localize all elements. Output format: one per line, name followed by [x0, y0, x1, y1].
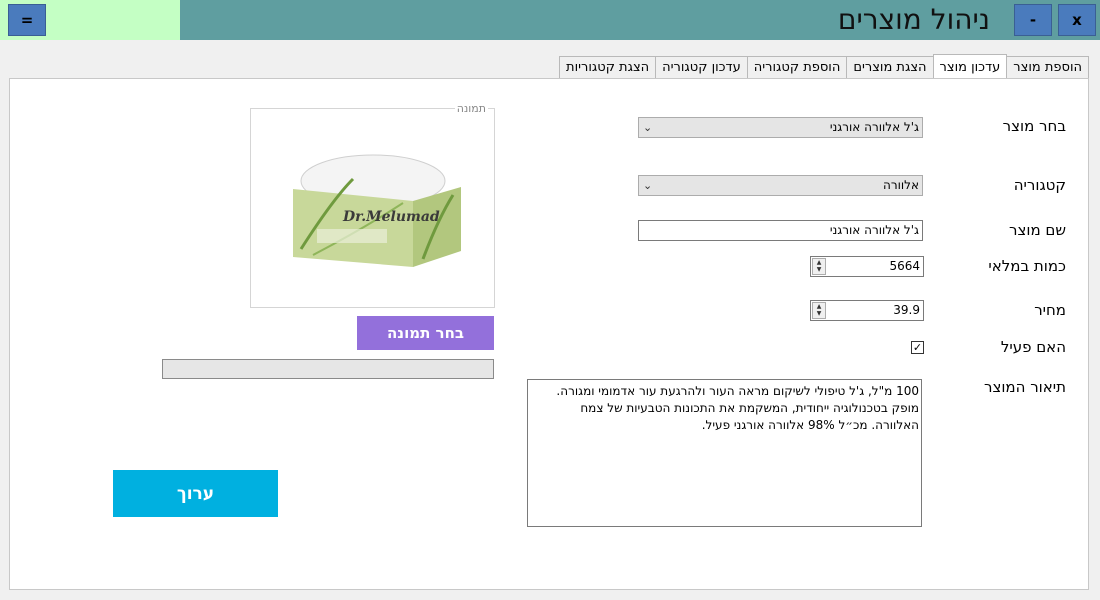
- tab-show-categories[interactable]: הצגת קטגוריות: [559, 56, 657, 79]
- stock-label: כמות במלאי: [988, 257, 1066, 275]
- category-value: אלוורה: [883, 178, 919, 192]
- upload-progress-bar: [162, 359, 494, 379]
- edit-button[interactable]: ערוך: [113, 470, 278, 517]
- minimize-button[interactable]: -: [1014, 4, 1052, 36]
- select-product-dropdown[interactable]: ג'ל אלוורה אורגני ⌄: [638, 117, 923, 138]
- select-product-value: ג'ל אלוורה אורגני: [829, 120, 919, 134]
- tab-show-products[interactable]: הצגת מוצרים: [846, 56, 934, 79]
- choose-image-button[interactable]: בחר תמונה: [357, 316, 494, 350]
- description-label: תיאור המוצר: [983, 378, 1066, 396]
- tab-update-category[interactable]: עדכון קטגוריה: [655, 56, 748, 79]
- active-label: האם פעיל: [1000, 338, 1066, 356]
- image-group-legend: תמונה: [454, 102, 488, 115]
- chevron-down-icon: ⌄: [643, 121, 653, 134]
- select-product-label: בחר מוצר: [1002, 117, 1066, 135]
- product-name-input[interactable]: ג'ל אלוורה אורגני: [638, 220, 923, 241]
- category-dropdown[interactable]: אלוורה ⌄: [638, 175, 923, 196]
- category-label: קטגוריה: [1013, 176, 1066, 194]
- update-product-panel: בחר מוצר ג'ל אלוורה אורגני ⌄ קטגוריה אלו…: [9, 78, 1089, 590]
- product-image: Dr.Melumad: [293, 154, 461, 267]
- product-brand-text: Dr.Melumad: [342, 209, 440, 225]
- price-stepper[interactable]: ▲ ▼ 39.9: [810, 300, 924, 321]
- window-title: ניהול מוצרים: [837, 3, 990, 36]
- close-button[interactable]: x: [1058, 4, 1096, 36]
- chevron-down-icon: ⌄: [643, 179, 653, 192]
- price-value: 39.9: [893, 303, 920, 317]
- tab-add-category[interactable]: הוספת קטגוריה: [746, 56, 848, 79]
- stepper-arrows-icon[interactable]: ▲ ▼: [812, 302, 826, 319]
- title-bar: = - x ניהול מוצרים: [0, 0, 1100, 40]
- stock-value: 5664: [889, 259, 920, 273]
- description-textarea[interactable]: 100 מ"ל, ג'ל טיפולי לשיקום מראה העור ולה…: [527, 379, 922, 527]
- tab-add-product[interactable]: הוספת מוצר: [1006, 56, 1089, 79]
- menu-button[interactable]: =: [8, 4, 46, 36]
- tab-strip: הוספת מוצר עדכון מוצר הצגת מוצרים הוספת …: [559, 54, 1089, 79]
- stock-stepper[interactable]: ▲ ▼ 5664: [810, 256, 924, 277]
- tab-update-product[interactable]: עדכון מוצר: [932, 54, 1008, 79]
- price-label: מחיר: [1034, 301, 1066, 319]
- active-checkbox[interactable]: ✓: [911, 341, 924, 354]
- stepper-arrows-icon[interactable]: ▲ ▼: [812, 258, 826, 275]
- image-group: תמונה Dr.Melumad: [250, 102, 495, 308]
- product-name-label: שם מוצר: [1009, 221, 1066, 239]
